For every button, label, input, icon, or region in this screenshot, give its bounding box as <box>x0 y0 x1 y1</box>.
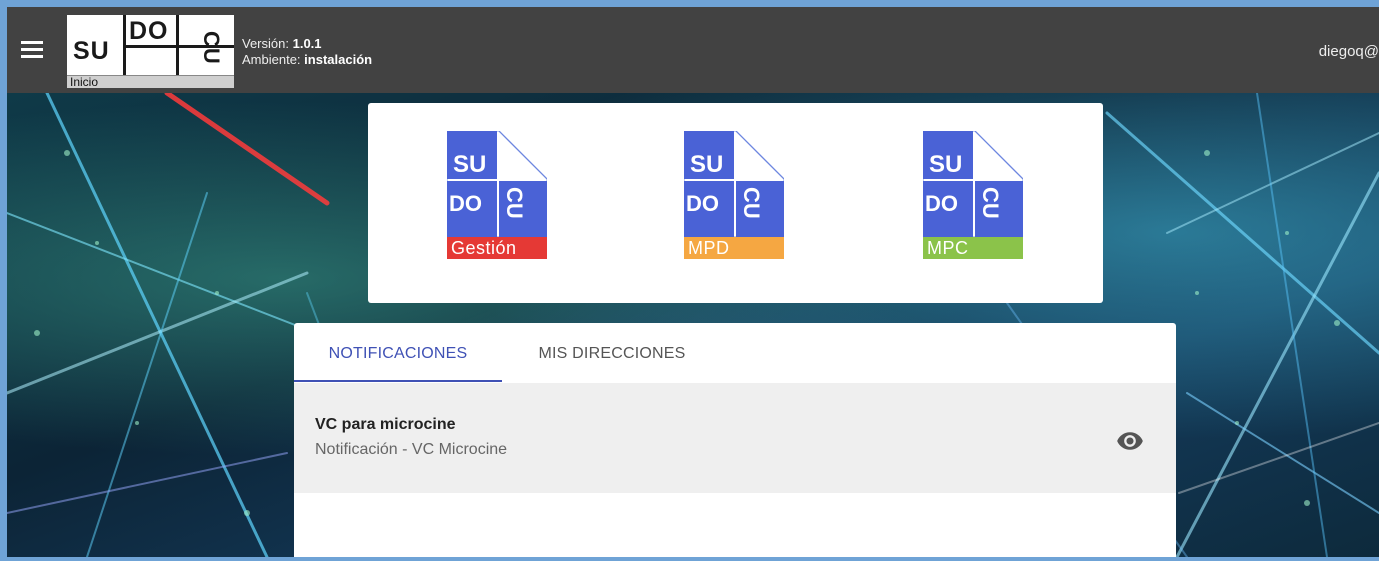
user-menu[interactable]: diegoq@ <box>1319 43 1379 60</box>
app-label: Gestión <box>447 237 547 259</box>
top-toolbar: SU DO CU Inicio Versión: 1.0.1 Ambiente:… <box>7 7 1379 93</box>
logo-home-label[interactable]: Inicio <box>67 75 234 89</box>
app-su-text: SU <box>690 151 723 178</box>
app-mpc-tile[interactable]: SU DO CU MPC <box>923 131 1023 261</box>
environment-value: instalación <box>304 52 373 67</box>
app-su-text: SU <box>453 151 486 178</box>
app-window: SU DO CU Inicio Versión: 1.0.1 Ambiente:… <box>7 7 1379 557</box>
tab-bar: NOTIFICACIONES MIS DIRECCIONES <box>294 323 1176 383</box>
notifications-panel: NOTIFICACIONES MIS DIRECCIONES VC para m… <box>294 323 1176 557</box>
app-do-text: DO <box>449 191 482 216</box>
logo-do-text: DO <box>129 17 169 45</box>
document-icon: SU DO CU <box>447 131 547 237</box>
app-mpd-tile[interactable]: SU DO CU MPD <box>684 131 784 261</box>
logo-su-text: SU <box>73 37 110 65</box>
version-value: 1.0.1 <box>292 36 322 51</box>
document-icon: SU DO CU <box>684 131 784 237</box>
environment-label: Ambiente: <box>242 52 301 67</box>
eye-icon[interactable] <box>1116 427 1144 455</box>
version-label: Versión: <box>242 36 289 51</box>
logo-cu-text: CU <box>199 31 224 65</box>
app-cu-text: CU <box>978 187 1003 219</box>
tab-mis-direcciones[interactable]: MIS DIRECCIONES <box>512 323 712 383</box>
app-cu-text: CU <box>502 187 527 219</box>
apps-card: SU DO CU Gestión SU DO CU MPD SU DO CU MPC <box>368 103 1103 303</box>
version-info: Versión: 1.0.1 Ambiente: instalación <box>242 36 372 68</box>
active-tab-indicator <box>294 380 502 382</box>
hamburger-menu-icon[interactable] <box>21 41 43 59</box>
app-label: MPC <box>923 237 1023 259</box>
app-do-text: DO <box>686 191 719 216</box>
app-do-text: DO <box>925 191 958 216</box>
app-label: MPD <box>684 237 784 259</box>
tab-notificaciones[interactable]: NOTIFICACIONES <box>294 323 502 383</box>
list-item[interactable]: VC para microcine Notificación - VC Micr… <box>294 383 1176 493</box>
notification-subtitle: Notificación - VC Microcine <box>315 441 508 458</box>
document-icon: SU DO CU <box>923 131 1023 237</box>
notification-title: VC para microcine <box>315 416 456 433</box>
sudocu-logo[interactable]: SU DO CU Inicio <box>67 15 234 89</box>
app-cu-text: CU <box>739 187 764 219</box>
app-su-text: SU <box>929 151 962 178</box>
app-gestion-tile[interactable]: SU DO CU Gestión <box>447 131 547 261</box>
